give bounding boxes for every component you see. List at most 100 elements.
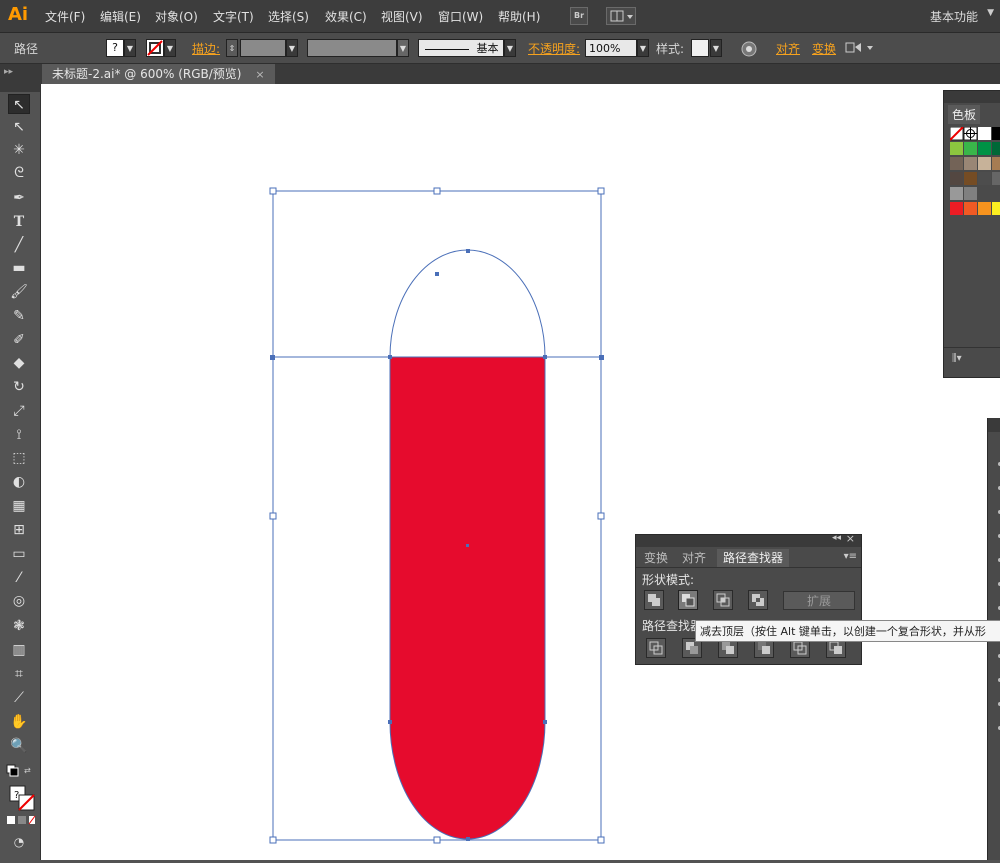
lasso-tool-icon[interactable]: ᘓ (8, 163, 30, 183)
menu-type[interactable]: 文字(T) (213, 8, 254, 25)
pen-tool-icon[interactable]: ✒ (8, 188, 30, 208)
brush-definition[interactable]: 基本 (418, 39, 504, 57)
recolor-artwork-button[interactable] (740, 40, 758, 61)
pencil-tool-icon[interactable]: ✎ (8, 306, 30, 326)
menu-window[interactable]: 窗口(W) (438, 8, 483, 25)
swatch-yellow[interactable] (992, 202, 1000, 215)
panel-menu-icon[interactable]: ▾≡ (844, 551, 857, 562)
selection-tool-icon[interactable]: ↖ (8, 94, 30, 114)
menu-file[interactable]: 文件(F) (45, 8, 85, 25)
swatch-dark-brown[interactable] (950, 172, 963, 185)
menu-view[interactable]: 视图(V) (381, 8, 423, 25)
workspace-switcher[interactable]: 基本功能 (930, 8, 978, 25)
column-graph-tool-icon[interactable]: ▥ (8, 640, 30, 660)
symbol-sprayer-tool-icon[interactable]: ❃ (8, 616, 30, 636)
swatch-dark-green[interactable] (978, 142, 991, 155)
brush-chevron-icon[interactable]: ▼ (504, 39, 516, 57)
stroke-weight-field[interactable] (240, 39, 286, 57)
rotate-tool-icon[interactable]: ↻ (8, 377, 30, 397)
rectangle-tool-icon[interactable]: ▬ (8, 258, 30, 278)
slice-tool-icon[interactable]: ⟋ (8, 688, 30, 708)
swatch-taupe[interactable] (950, 157, 963, 170)
fill-dropdown-chevron-icon[interactable]: ▼ (124, 39, 136, 57)
minus-front-button[interactable] (678, 590, 698, 610)
collapse-panel-icon[interactable]: ◂◂ (832, 533, 841, 543)
swatch-red[interactable] (950, 202, 963, 215)
scale-tool-icon[interactable]: ⤢ (8, 401, 30, 421)
intersect-button[interactable] (713, 590, 733, 610)
bridge-button[interactable]: Br (570, 7, 588, 25)
zoom-tool-icon[interactable]: 🔍 (8, 736, 30, 756)
swatch-gray-60[interactable] (992, 172, 1000, 185)
width-tool-icon[interactable]: ⟟ (8, 425, 30, 445)
perspective-grid-tool-icon[interactable]: ▦ (8, 496, 30, 516)
swatch-orange[interactable] (978, 202, 991, 215)
swatch-white[interactable] (978, 127, 991, 140)
swatch-brown-gray[interactable] (964, 157, 977, 170)
stroke-label[interactable]: 描边: (192, 40, 220, 57)
line-tool-icon[interactable]: ╱ (8, 235, 30, 255)
opacity-input[interactable]: 100% (585, 39, 637, 57)
type-tool-icon[interactable]: T (8, 212, 30, 232)
swatch-brown[interactable] (992, 157, 1000, 170)
swatch-red-orange[interactable] (964, 202, 977, 215)
menu-effect[interactable]: 效果(C) (325, 8, 367, 25)
arrange-documents-button[interactable] (606, 7, 636, 25)
blob-brush-tool-icon[interactable]: ✐ (8, 330, 30, 350)
menu-help[interactable]: 帮助(H) (498, 8, 540, 25)
document-tab[interactable]: 未标题-2.ai* @ 600% (RGB/预览) × (42, 64, 275, 84)
pathfinder-panel-grip[interactable]: ◂◂ × (636, 532, 861, 547)
artboard-tool-icon[interactable]: ⌗ (8, 664, 30, 684)
close-tab-icon[interactable]: × (255, 68, 264, 81)
swatch-yellow-green[interactable] (950, 142, 963, 155)
tab-pathfinder[interactable]: 路径查找器 (717, 549, 790, 567)
swatch-libraries-menu-icon[interactable]: ⫼▾ (952, 353, 962, 364)
swatch-green[interactable] (964, 142, 977, 155)
color-mode-buttons[interactable] (6, 814, 36, 829)
fill-swatch[interactable]: ? (106, 39, 124, 57)
swatch-gray-50[interactable] (964, 187, 977, 200)
style-chevron-icon[interactable]: ▼ (710, 39, 722, 57)
menu-object[interactable]: 对象(O) (155, 8, 198, 25)
stroke-weight-chevron-icon[interactable]: ▼ (286, 39, 298, 57)
red-rounded-shape[interactable] (389, 356, 546, 840)
eraser-tool-icon[interactable]: ◆ (8, 353, 30, 373)
align-link[interactable]: 对齐 (776, 40, 800, 57)
profile-chevron-icon[interactable]: ▼ (397, 39, 409, 57)
expand-button[interactable]: 扩展 (783, 591, 855, 610)
swatch-gray-70[interactable] (978, 172, 991, 185)
opacity-chevron-icon[interactable]: ▼ (637, 39, 649, 57)
unite-button[interactable] (644, 590, 664, 610)
menu-edit[interactable]: 编辑(E) (100, 8, 141, 25)
stroke-swatch[interactable] (146, 39, 164, 57)
eyedropper-tool-icon[interactable]: ⁄ (8, 568, 30, 588)
gradient-tool-icon[interactable]: ▭ (8, 544, 30, 564)
swatch-gray-40[interactable] (950, 187, 963, 200)
collapse-toolbox-icon[interactable]: ▸▸ (4, 67, 13, 77)
fill-stroke-indicator[interactable]: ? (8, 784, 36, 815)
hand-tool-icon[interactable]: ✋ (8, 712, 30, 732)
opacity-label[interactable]: 不透明度: (528, 40, 580, 57)
variable-width-profile[interactable] (307, 39, 397, 57)
tab-transform[interactable]: 变换 (644, 549, 668, 567)
graphic-style-swatch[interactable] (691, 39, 709, 57)
swatches-tab[interactable]: 色板 (948, 105, 981, 124)
stroke-weight-stepper[interactable]: ⇕ (226, 39, 238, 57)
menu-select[interactable]: 选择(S) (268, 8, 309, 25)
direct-selection-tool-icon[interactable]: ↖ (8, 117, 30, 137)
transform-link[interactable]: 变换 (812, 40, 836, 57)
divide-button[interactable] (646, 638, 666, 658)
stroke-dropdown-chevron-icon[interactable]: ▼ (164, 39, 176, 57)
isolate-group-button[interactable] (845, 41, 875, 58)
tab-align[interactable]: 对齐 (682, 549, 706, 567)
blend-tool-icon[interactable]: ◎ (8, 591, 30, 611)
toolbox-grip[interactable] (0, 84, 40, 92)
top-ellipse-path[interactable] (389, 249, 546, 358)
swatch-black[interactable] (992, 127, 1000, 140)
mesh-tool-icon[interactable]: ⊞ (8, 520, 30, 540)
swatch-forest-green[interactable] (992, 142, 1000, 155)
exclude-button[interactable] (748, 590, 768, 610)
artboard-canvas[interactable] (41, 84, 1000, 860)
swatch-tan[interactable] (978, 157, 991, 170)
swatch-chocolate[interactable] (964, 172, 977, 185)
